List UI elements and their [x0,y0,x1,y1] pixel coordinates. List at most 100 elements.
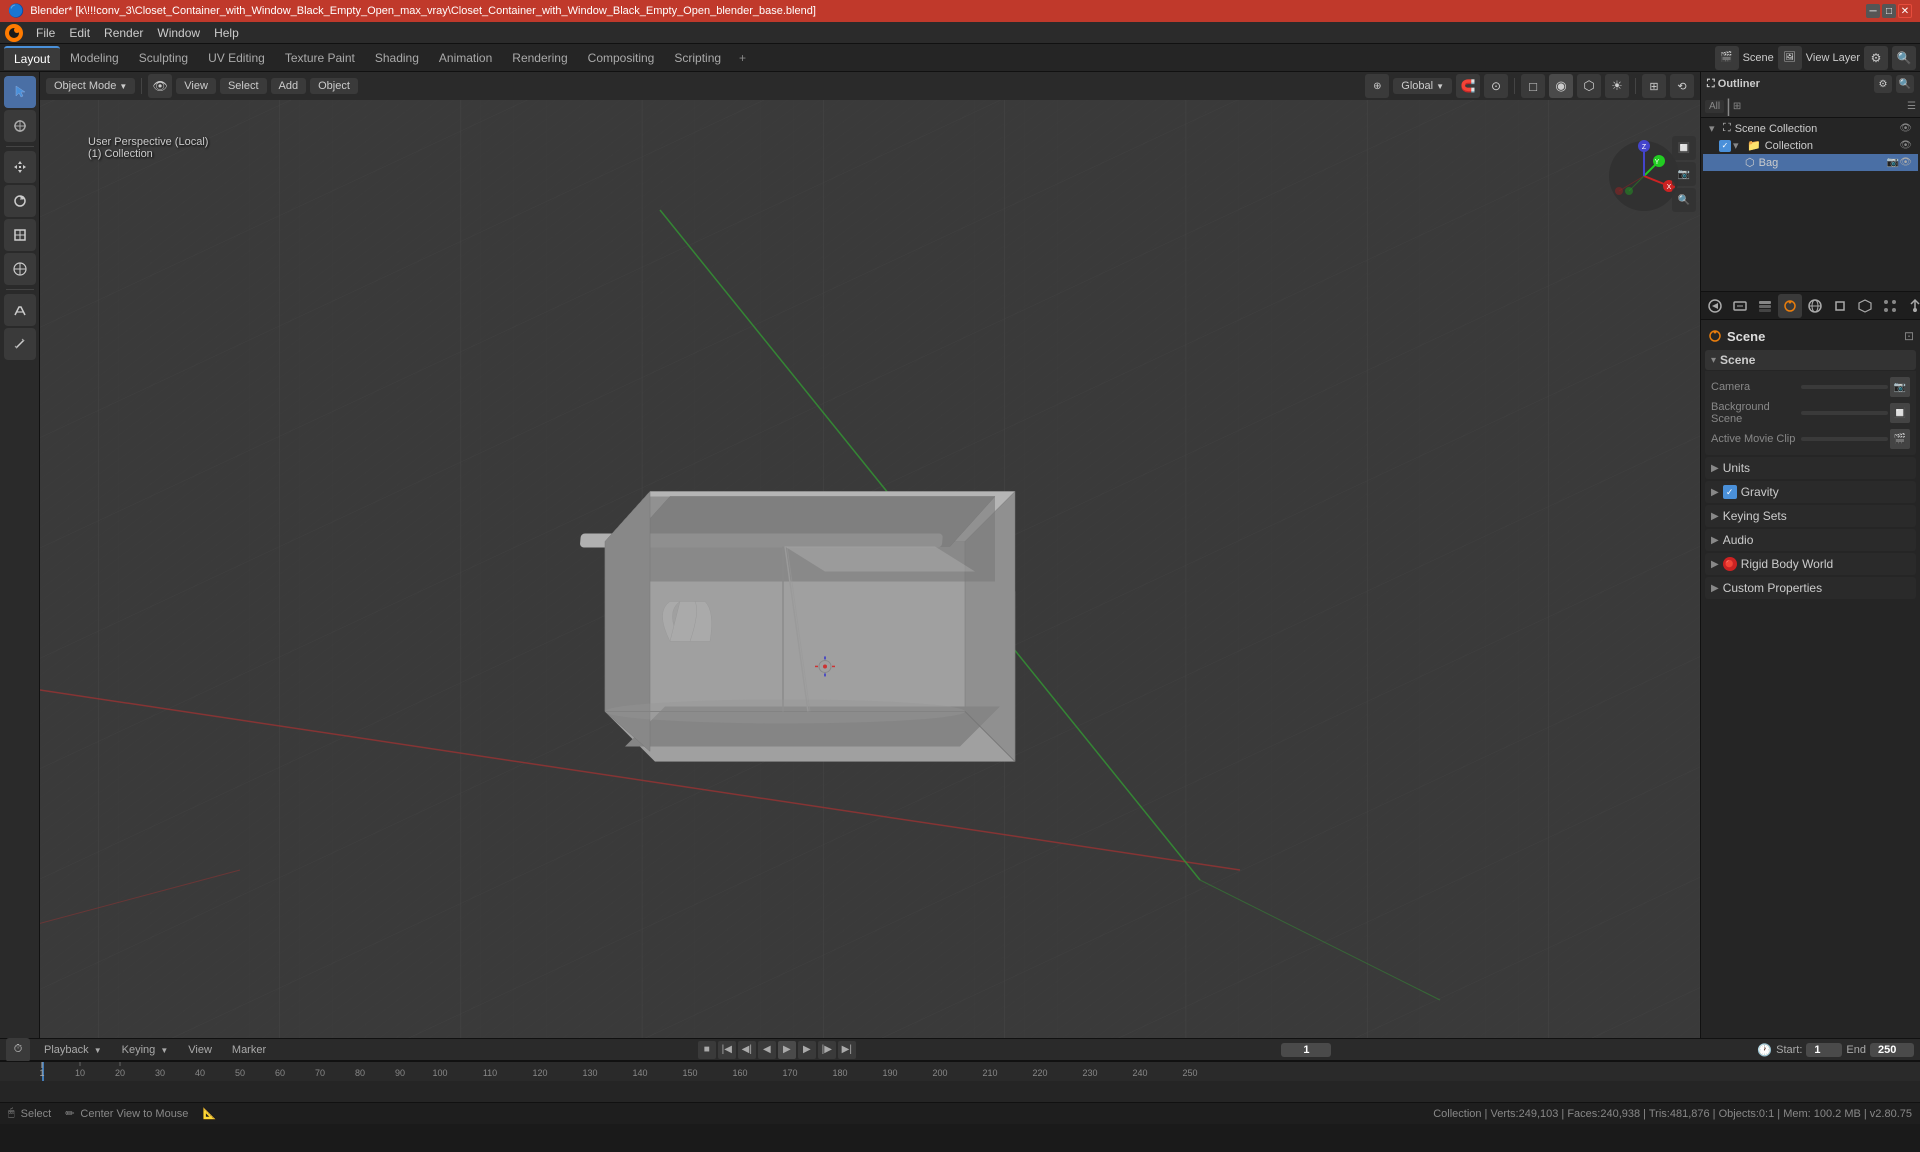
select-menu[interactable]: Select [220,78,267,94]
tab-texture-paint[interactable]: Texture Paint [275,47,365,69]
collection-checkbox[interactable]: ✓ [1719,139,1731,152]
prev-frame-btn[interactable]: ◀ [758,1041,776,1059]
prop-tab-object[interactable] [1828,294,1852,318]
camera-value[interactable] [1801,385,1888,389]
prop-section-gravity[interactable]: ▶ ✓ Gravity [1705,481,1916,503]
outliner-scene-collection[interactable]: ▾ ⛶ Scene Collection 👁 [1703,120,1918,137]
view-btn[interactable]: View [182,1043,218,1057]
outliner-view-toggle[interactable]: ⊞ [1733,101,1741,112]
last-frame-btn[interactable]: ▶| [838,1041,856,1059]
bag-vis[interactable]: 👁 [1899,157,1912,168]
viewport-lock-btn[interactable]: 🔍 [1672,188,1696,212]
tool-annotate[interactable] [4,294,36,326]
global-dropdown[interactable]: Global ▼ [1393,78,1452,94]
tool-select[interactable] [4,76,36,108]
outliner-search-btn[interactable]: 🔍 [1896,75,1914,93]
prop-section-units[interactable]: ▶ Units [1705,457,1916,479]
gizmo-btn[interactable]: ⟲ [1670,74,1694,98]
prop-tab-modifier[interactable] [1853,294,1877,318]
prop-section-keying-sets[interactable]: ▶ Keying Sets [1705,505,1916,527]
timeline-icon[interactable]: ⏱ [6,1038,30,1062]
prop-tab-scene[interactable] [1778,294,1802,318]
tool-rotate[interactable] [4,185,36,217]
outliner-extra[interactable]: ☰ [1907,101,1916,112]
prop-section-audio[interactable]: ▶ Audio [1705,529,1916,551]
menu-render[interactable]: Render [98,24,149,42]
filter-icon-btn[interactable]: ⚙ [1864,46,1888,70]
viewport-3d[interactable]: Object Mode ▼ 👁 View Select Add Object ⊕ [40,72,1700,1038]
tab-rendering[interactable]: Rendering [502,47,577,69]
minimize-button[interactable]: ─ [1866,4,1880,18]
prop-section-rigid-body[interactable]: ▶ 🔴 Rigid Body World [1705,553,1916,575]
tab-animation[interactable]: Animation [429,47,502,69]
tab-scripting[interactable]: Scripting [664,47,731,69]
tab-layout[interactable]: Layout [4,46,60,70]
tool-move[interactable] [4,151,36,183]
scene-icon-btn[interactable]: 🎬 [1715,46,1739,70]
outliner-filter-all[interactable]: All [1705,100,1724,113]
prev-keyframe-btn[interactable]: ◀| [738,1041,756,1059]
next-keyframe-btn[interactable]: |▶ [818,1041,836,1059]
keying-btn[interactable]: Keying ▼ [116,1043,175,1057]
prop-section-custom-props[interactable]: ▶ Custom Properties [1705,577,1916,599]
menu-help[interactable]: Help [208,24,245,42]
object-mode-dropdown[interactable]: Object Mode ▼ [46,78,135,94]
tab-modeling[interactable]: Modeling [60,47,129,69]
bg-scene-pick-btn[interactable]: 🔲 [1890,403,1910,423]
tab-uv-editing[interactable]: UV Editing [198,47,275,69]
outliner-bag[interactable]: ⬡ Bag 📷 👁 [1703,154,1918,171]
prop-tab-particles[interactable] [1878,294,1902,318]
close-button[interactable]: ✕ [1898,4,1912,18]
viewport-global-btn[interactable]: ⊕ [1365,74,1389,98]
play-btn[interactable]: ▶ [778,1041,796,1059]
menu-edit[interactable]: Edit [63,24,96,42]
viewport-canvas[interactable]: User Perspective (Local) (1) Collection … [40,100,1700,1038]
viewport-cam-btn[interactable]: 📷 [1672,162,1696,186]
viewport-render-btn[interactable]: 🔲 [1672,136,1696,160]
playback-btn[interactable]: Playback ▼ [38,1043,108,1057]
gravity-checkbox[interactable]: ✓ [1723,485,1737,499]
prop-tab-world[interactable] [1803,294,1827,318]
wireframe-btn[interactable]: □ [1521,74,1545,98]
viewport-icon-1[interactable]: 👁 [148,74,172,98]
tool-scale[interactable] [4,219,36,251]
end-frame[interactable]: 250 [1870,1043,1914,1057]
properties-expand-btn[interactable]: ⊡ [1904,329,1914,343]
search-icon-btn[interactable]: 🔍 [1892,46,1916,70]
tool-transform[interactable] [4,253,36,285]
snap-btn[interactable]: 🧲 [1456,74,1480,98]
solid-btn[interactable]: ◉ [1549,74,1573,98]
camera-pick-btn[interactable]: 📷 [1890,377,1910,397]
tab-compositing[interactable]: Compositing [578,47,665,69]
prop-tab-output[interactable] [1728,294,1752,318]
bag-camera-icon[interactable]: 📷 [1887,157,1899,168]
tool-measure[interactable] [4,328,36,360]
tab-shading[interactable]: Shading [365,47,429,69]
stop-btn[interactable]: ■ [698,1041,716,1059]
object-menu[interactable]: Object [310,78,358,94]
add-menu[interactable]: Add [271,78,307,94]
overlay-btn[interactable]: ⊞ [1642,74,1666,98]
frame-ruler[interactable]: 1 10 20 30 40 50 60 70 80 90 100 110 120… [0,1061,1920,1081]
start-frame[interactable]: 1 [1806,1043,1842,1057]
bg-scene-value[interactable] [1801,411,1888,415]
view-layer-icon-btn[interactable]: 🖼 [1778,46,1802,70]
tool-cursor[interactable] [4,110,36,142]
view-menu[interactable]: View [176,78,216,94]
prop-tab-physics[interactable] [1903,294,1920,318]
menu-window[interactable]: Window [151,24,206,42]
outliner-collection[interactable]: ✓ ▾ 📁 Collection 👁 [1703,137,1918,154]
marker-btn[interactable]: Marker [226,1043,272,1057]
next-frame-btn[interactable]: ▶ [798,1041,816,1059]
scene-collection-vis[interactable]: 👁 [1899,123,1912,134]
tab-sculpting[interactable]: Sculpting [129,47,198,69]
prop-tab-render[interactable] [1703,294,1727,318]
proportional-btn[interactable]: ⊙ [1484,74,1508,98]
maximize-button[interactable]: □ [1882,4,1896,18]
rendered-btn[interactable]: ☀ [1605,74,1629,98]
prop-tab-viewlayer[interactable] [1753,294,1777,318]
material-btn[interactable]: ⬡ [1577,74,1601,98]
menu-file[interactable]: File [30,24,61,42]
movie-clip-value[interactable] [1801,437,1888,441]
collection-vis[interactable]: 👁 [1899,140,1912,151]
